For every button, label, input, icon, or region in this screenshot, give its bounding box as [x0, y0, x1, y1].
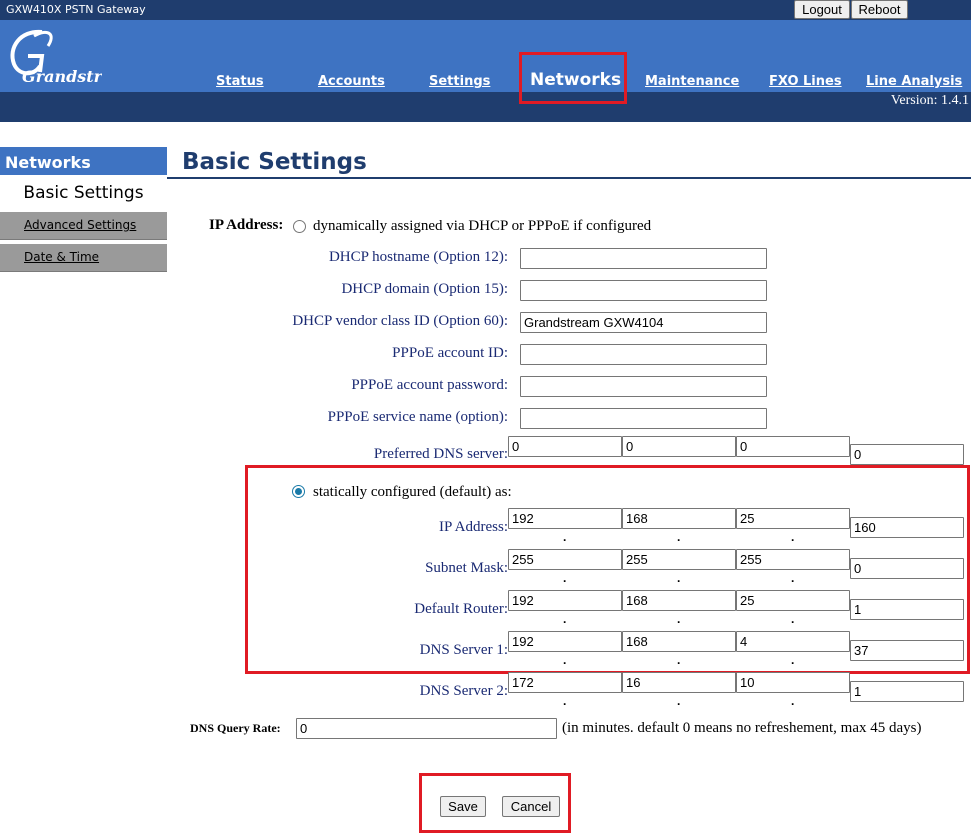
dns-rate-label: DNS Query Rate:	[190, 721, 281, 735]
preferred-dns-octet-3[interactable]	[736, 436, 850, 457]
static-ip-octet-4[interactable]	[850, 517, 964, 538]
subnet-label: Subnet Mask:	[425, 560, 508, 576]
nav-line-analysis[interactable]: Line Analysis	[866, 74, 962, 89]
logo-text: Grandstream	[22, 67, 102, 86]
static-ip-octet-3[interactable]	[736, 508, 850, 529]
dns1-octet-1[interactable]	[508, 631, 622, 652]
dns1-octet-2[interactable]	[622, 631, 736, 652]
pppoe-service-input[interactable]	[520, 408, 767, 429]
dns2-octet-3[interactable]	[736, 672, 850, 693]
dhcp-hostname-input[interactable]	[520, 248, 767, 269]
top-bar: GXW410X PSTN Gateway Logout Reboot	[0, 0, 971, 20]
subnet-octet-3[interactable]	[736, 549, 850, 570]
nav-accounts[interactable]: Accounts	[318, 74, 385, 89]
nav-status[interactable]: Status	[216, 74, 264, 89]
sidebar-item-date-time[interactable]: Date & Time	[0, 244, 167, 272]
dhcp-vendor-label: DHCP vendor class ID (Option 60):	[292, 313, 508, 329]
router-octet-2[interactable]	[622, 590, 736, 611]
title-divider	[167, 177, 971, 179]
preferred-dns-octet-1[interactable]	[508, 436, 622, 457]
subnet-octet-4[interactable]	[850, 558, 964, 579]
ip-address-label: IP Address:	[209, 217, 284, 233]
dhcp-domain-label: DHCP domain (Option 15):	[341, 281, 508, 297]
preferred-dns-octet-2[interactable]	[622, 436, 736, 457]
nav-settings[interactable]: Settings	[429, 74, 490, 89]
dns1-octet-3[interactable]	[736, 631, 850, 652]
subnet-octet-1[interactable]	[508, 549, 622, 570]
static-ip-label: IP Address:	[438, 519, 508, 535]
version-text: Version: 1.4.1	[890, 93, 969, 108]
logout-button[interactable]: Logout	[794, 0, 850, 19]
dns2-label: DNS Server 2:	[419, 683, 508, 699]
dhcp-domain-input[interactable]	[520, 280, 767, 301]
subnet-octet-2[interactable]	[622, 549, 736, 570]
pppoe-password-label: PPPoE account password:	[351, 377, 508, 393]
dhcp-hostname-label: DHCP hostname (Option 12):	[328, 249, 508, 265]
header-subbar	[0, 92, 971, 122]
static-radio[interactable]	[292, 485, 305, 498]
dhcp-option-label: dynamically assigned via DHCP or PPPoE i…	[313, 218, 652, 234]
active-nav-highlight	[519, 52, 627, 104]
dns-rate-note: (in minutes. default 0 means no refreshe…	[562, 720, 922, 736]
router-octet-1[interactable]	[508, 590, 622, 611]
sidebar-item-basic-settings: Basic Settings	[23, 183, 144, 203]
static-option-label: statically configured (default) as:	[313, 484, 512, 500]
router-octet-3[interactable]	[736, 590, 850, 611]
pppoe-password-input[interactable]	[520, 376, 767, 397]
dns2-octet-2[interactable]	[622, 672, 736, 693]
dns2-octet-1[interactable]	[508, 672, 622, 693]
preferred-dns-octet-4[interactable]	[850, 444, 964, 465]
dns1-octet-4[interactable]	[850, 640, 964, 661]
pppoe-service-label: PPPoE service name (option):	[327, 409, 508, 425]
preferred-dns-label: Preferred DNS server:	[373, 446, 508, 462]
page-title: Basic Settings	[182, 149, 367, 175]
app-title: GXW410X PSTN Gateway	[6, 3, 146, 16]
sidebar-item-advanced-settings[interactable]: Advanced Settings	[0, 212, 167, 240]
pppoe-id-label: PPPoE account ID:	[392, 345, 508, 361]
dhcp-vendor-input[interactable]	[520, 312, 767, 333]
static-ip-octet-1[interactable]	[508, 508, 622, 529]
grandstream-logo: Grandstream	[10, 29, 102, 86]
dns-rate-input[interactable]	[296, 718, 557, 739]
static-ip-octet-2[interactable]	[622, 508, 736, 529]
nav-maintenance[interactable]: Maintenance	[645, 74, 739, 89]
router-label: Default Router:	[414, 601, 508, 617]
dns2-octet-4[interactable]	[850, 681, 964, 702]
header: Grandstream Status Accounts Settings Net…	[0, 20, 971, 92]
router-octet-4[interactable]	[850, 599, 964, 620]
cancel-button[interactable]: Cancel	[502, 796, 560, 817]
dns1-label: DNS Server 1:	[419, 642, 508, 658]
reboot-button[interactable]: Reboot	[851, 0, 908, 19]
dhcp-radio[interactable]	[293, 220, 306, 233]
save-button[interactable]: Save	[440, 796, 486, 817]
sidebar-header: Networks	[0, 147, 167, 175]
pppoe-id-input[interactable]	[520, 344, 767, 365]
nav-fxo-lines[interactable]: FXO Lines	[769, 74, 842, 89]
